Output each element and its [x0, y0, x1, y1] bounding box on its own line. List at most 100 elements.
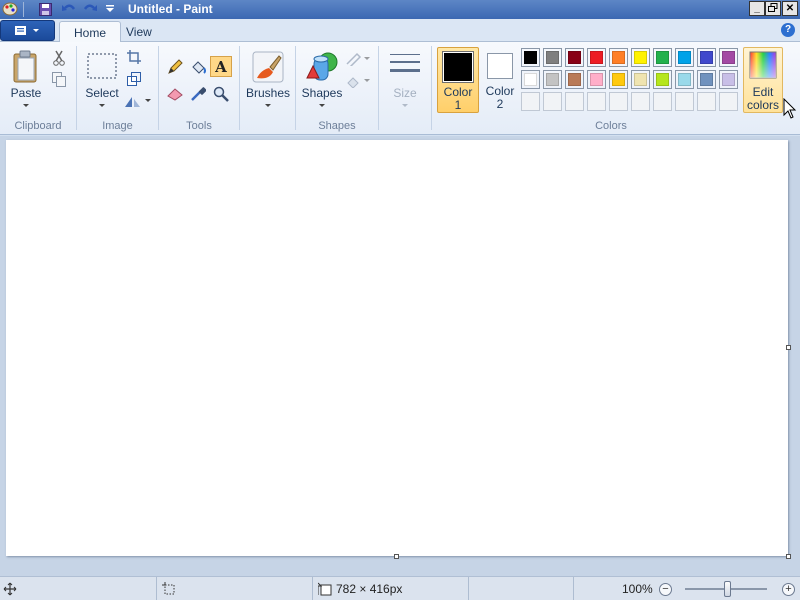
status-bar: 782 × 416px 100% − +: [0, 576, 800, 600]
image-group-label: Image: [102, 120, 133, 132]
custom-color-slot[interactable]: [697, 92, 716, 111]
paste-label: Paste: [10, 86, 42, 100]
palette-swatch[interactable]: [631, 48, 650, 67]
paint-menu-button[interactable]: [0, 20, 55, 41]
zoom-slider-thumb[interactable]: [724, 581, 731, 597]
palette-swatch[interactable]: [631, 70, 650, 89]
color2-swatch: [487, 53, 513, 79]
restore-icon: [768, 3, 778, 12]
edit-colors-label: Edit colors: [746, 85, 779, 112]
palette-swatch[interactable]: [543, 48, 562, 67]
edit-colors-button[interactable]: Edit colors: [743, 47, 783, 113]
zoom-in-button[interactable]: +: [782, 583, 795, 596]
minimize-button[interactable]: _: [749, 1, 765, 16]
minimize-icon: _: [754, 3, 760, 14]
color2-label: Color 2: [485, 84, 515, 111]
palette-swatch[interactable]: [653, 70, 672, 89]
size-dropdown-icon: [402, 104, 408, 107]
paste-button[interactable]: Paste: [6, 48, 46, 120]
undo-icon[interactable]: [61, 1, 77, 17]
text-tool[interactable]: A: [210, 56, 232, 77]
fill-button[interactable]: [344, 70, 372, 91]
crop-button[interactable]: [123, 46, 145, 67]
palette-swatch[interactable]: [719, 48, 738, 67]
resize-handle-right[interactable]: [786, 345, 791, 350]
tools-group-label: Tools: [186, 120, 212, 132]
pencil-tool[interactable]: [164, 56, 186, 77]
shapes-group: Shapes Shapes: [296, 42, 378, 135]
custom-color-slot[interactable]: [609, 92, 628, 111]
palette-swatch[interactable]: [587, 48, 606, 67]
colors-group-label: Colors: [595, 120, 627, 132]
resize-handle-corner[interactable]: [786, 554, 791, 559]
palette-swatch[interactable]: [565, 48, 584, 67]
palette-swatch[interactable]: [609, 48, 628, 67]
palette-swatch[interactable]: [719, 70, 738, 89]
fill-tool[interactable]: [187, 56, 209, 77]
palette-swatch[interactable]: [565, 70, 584, 89]
eraser-tool[interactable]: [164, 83, 186, 104]
zoom-level: 100%: [622, 582, 653, 596]
color2-button[interactable]: Color 2: [480, 47, 520, 113]
restore-button[interactable]: [765, 1, 781, 16]
fill-dropdown-icon: [364, 79, 370, 82]
resize-button[interactable]: [123, 68, 145, 89]
custom-color-slot[interactable]: [719, 92, 738, 111]
paint-bucket-icon: [192, 60, 206, 74]
palette-swatch[interactable]: [521, 70, 540, 89]
palette-swatch[interactable]: [675, 48, 694, 67]
resize-handle-bottom[interactable]: [394, 554, 399, 559]
custom-color-slot[interactable]: [587, 92, 606, 111]
select-button[interactable]: Select: [81, 48, 123, 120]
close-button[interactable]: ✕: [782, 1, 798, 16]
palette-swatch[interactable]: [697, 70, 716, 89]
copy-icon: [52, 72, 66, 87]
custom-color-slot[interactable]: [675, 92, 694, 111]
brushes-group: Brushes: [240, 42, 295, 135]
color1-swatch: [442, 51, 474, 83]
help-icon[interactable]: ?: [781, 23, 795, 37]
canvas-area: [0, 136, 800, 576]
shapes-button[interactable]: Shapes: [300, 48, 344, 120]
select-rectangle-icon: [87, 53, 117, 79]
scissors-icon: [53, 50, 65, 66]
cut-button[interactable]: [48, 47, 70, 68]
eyedropper-icon: [191, 86, 206, 101]
canvas-size-text: 782 × 416px: [336, 582, 403, 596]
outline-dropdown-icon: [364, 57, 370, 60]
custom-color-slot[interactable]: [543, 92, 562, 111]
palette-swatch[interactable]: [653, 48, 672, 67]
customize-dropdown-icon[interactable]: [102, 1, 118, 17]
palette-swatch[interactable]: [609, 70, 628, 89]
palette-swatch[interactable]: [587, 70, 606, 89]
ribbon-tab-row: Home View: [0, 19, 800, 42]
save-icon[interactable]: [37, 1, 53, 17]
zoom-out-button[interactable]: −: [659, 583, 672, 596]
custom-color-slot[interactable]: [521, 92, 540, 111]
outline-button[interactable]: [344, 48, 372, 69]
shapes-group-label: Shapes: [318, 120, 356, 132]
drawing-canvas[interactable]: [6, 140, 788, 556]
line-size-icon: [390, 54, 420, 72]
color1-button[interactable]: Color 1: [437, 47, 479, 113]
custom-color-slot[interactable]: [653, 92, 672, 111]
palette-swatch[interactable]: [697, 48, 716, 67]
brushes-label: Brushes: [245, 86, 291, 100]
pencil-icon: [168, 58, 183, 74]
palette-swatch[interactable]: [521, 48, 540, 67]
copy-button[interactable]: [48, 69, 70, 90]
tab-view[interactable]: View: [112, 21, 166, 42]
custom-color-slot[interactable]: [631, 92, 650, 111]
palette-swatch[interactable]: [675, 70, 694, 89]
magnifier-tool[interactable]: [210, 83, 232, 104]
brushes-button[interactable]: Brushes: [243, 48, 293, 120]
size-button[interactable]: Size: [385, 48, 425, 120]
title-bar: Untitled - Paint _ ✕: [0, 0, 800, 19]
palette-swatch[interactable]: [543, 70, 562, 89]
redo-icon[interactable]: [82, 1, 98, 17]
size-group: Size: [379, 42, 431, 135]
custom-color-slot[interactable]: [565, 92, 584, 111]
color-picker-tool[interactable]: [187, 83, 209, 104]
rotate-button[interactable]: [123, 90, 153, 111]
paint-app-icon[interactable]: [2, 1, 18, 17]
